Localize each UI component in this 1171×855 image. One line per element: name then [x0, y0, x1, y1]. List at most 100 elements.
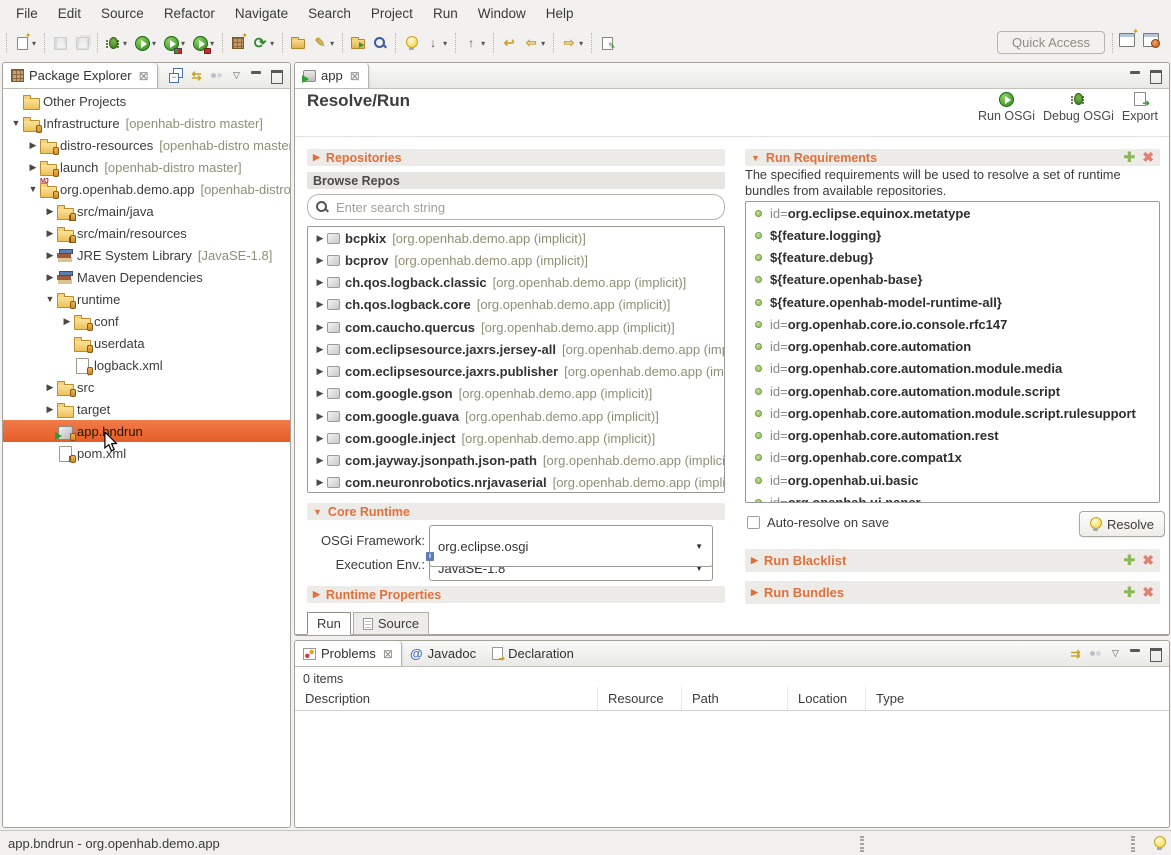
toolbar-last-edit-location-button[interactable]: ↩: [499, 33, 519, 53]
focus-icon[interactable]: [1088, 646, 1103, 661]
menu-item-refactor[interactable]: Refactor: [154, 2, 225, 25]
tree-item-jre-system-library[interactable]: ▶JRE System Library[JavaSE-1.8]: [3, 244, 290, 266]
tree-item-pom-xml[interactable]: pom.xml: [3, 442, 290, 464]
maximize-icon[interactable]: [1148, 646, 1163, 661]
remove-blacklist-icon[interactable]: ✖: [1142, 552, 1154, 569]
editor-tab-app[interactable]: app ⊠: [295, 63, 369, 88]
section-repositories[interactable]: ▶ Repositories: [307, 149, 725, 166]
editor-mode-tab-source[interactable]: Source: [353, 612, 429, 635]
repo-item-ch-qos-logback-classic[interactable]: ▶ch.qos.logback.classic[org.openhab.demo…: [308, 272, 724, 294]
chevron-right-icon[interactable]: ▶: [314, 344, 326, 355]
chevron-down-icon[interactable]: ▼: [43, 294, 57, 304]
toolbar-back-button[interactable]: ⇦▾: [521, 33, 548, 53]
toolbar-mark-occurrences-button[interactable]: [597, 33, 617, 53]
tree-item-target[interactable]: ▶target: [3, 398, 290, 420]
menu-item-edit[interactable]: Edit: [48, 2, 91, 25]
requirement-org-openhab-core-automation-module-media[interactable]: id=org.openhab.core.automation.module.me…: [746, 358, 1159, 380]
menu-item-source[interactable]: Source: [91, 2, 154, 25]
chevron-right-icon[interactable]: ▶: [314, 455, 326, 466]
requirement-feature-openhab-base[interactable]: ${feature.openhab-base}: [746, 269, 1159, 291]
toolbar-new-java-project-button[interactable]: [228, 33, 248, 53]
tab-declaration[interactable]: Declaration: [484, 641, 582, 666]
tree-item-src-main-resources[interactable]: ▶src/main/resources: [3, 222, 290, 244]
toolbar-debug-button[interactable]: ▾: [103, 33, 130, 53]
minimize-icon[interactable]: [1128, 646, 1143, 661]
close-icon[interactable]: ⊠: [383, 647, 393, 661]
requirement-feature-logging[interactable]: ${feature.logging}: [746, 224, 1159, 246]
tree-item-other-projects[interactable]: Other Projects: [3, 90, 290, 112]
section-core-runtime[interactable]: ▼ Core Runtime: [307, 503, 725, 520]
repo-item-com-jayway-jsonpath-json-path[interactable]: ▶com.jayway.jsonpath.json-path[org.openh…: [308, 450, 724, 472]
chevron-down-icon[interactable]: ▼: [9, 118, 23, 128]
add-requirement-icon[interactable]: ✚: [1124, 149, 1136, 166]
close-icon[interactable]: ⊠: [350, 69, 360, 83]
menu-item-window[interactable]: Window: [468, 2, 536, 25]
menu-item-help[interactable]: Help: [536, 2, 584, 25]
repo-item-com-google-inject[interactable]: ▶com.google.inject[org.openhab.demo.app …: [308, 427, 724, 449]
column-header-location[interactable]: Location: [788, 687, 866, 710]
requirement-feature-openhab-model-runtime-all[interactable]: ${feature.openhab-model-runtime-all}: [746, 291, 1159, 313]
requirement-org-openhab-core-automation-module-script-rulesupport[interactable]: id=org.openhab.core.automation.module.sc…: [746, 402, 1159, 424]
menu-item-file[interactable]: File: [6, 2, 48, 25]
drag-handle[interactable]: [860, 836, 864, 852]
tree-item-logback-xml[interactable]: logback.xml: [3, 354, 290, 376]
repo-item-com-caucho-quercus[interactable]: ▶com.caucho.quercus[org.openhab.demo.app…: [308, 316, 724, 338]
toolbar-paintbrush-button[interactable]: ✎▾: [310, 33, 337, 53]
tab-package-explorer[interactable]: Package Explorer ⊠: [3, 63, 158, 88]
tree-item-src[interactable]: ▶src: [3, 376, 290, 398]
remove-requirement-icon[interactable]: ✖: [1142, 149, 1154, 166]
chevron-right-icon[interactable]: ▶: [43, 382, 57, 393]
view-menu-icon[interactable]: ▽: [229, 68, 244, 83]
minimize-icon[interactable]: [1128, 68, 1143, 83]
export-button[interactable]: Export: [1119, 91, 1161, 123]
toolbar-forward-button[interactable]: ⇨▾: [559, 33, 586, 53]
close-icon[interactable]: ⊠: [139, 69, 149, 83]
repo-item-bcpkix[interactable]: ▶bcpkix[org.openhab.demo.app (implicit)]: [308, 227, 724, 249]
chevron-right-icon[interactable]: ▶: [314, 322, 326, 333]
chevron-right-icon[interactable]: ▶: [43, 228, 57, 239]
focus-icon[interactable]: [209, 68, 224, 83]
chevron-right-icon[interactable]: ▶: [314, 388, 326, 399]
repo-item-com-eclipsesource-jaxrs-publisher[interactable]: ▶com.eclipsesource.jaxrs.publisher[org.o…: [308, 361, 724, 383]
add-blacklist-icon[interactable]: ✚: [1124, 552, 1136, 569]
tree-item-maven-dependencies[interactable]: ▶Maven Dependencies: [3, 266, 290, 288]
minimize-icon[interactable]: [249, 68, 264, 83]
chevron-down-icon[interactable]: ▼: [26, 184, 40, 194]
tree-item-src-main-java[interactable]: ▶src/main/java: [3, 200, 290, 222]
repo-item-bcprov[interactable]: ▶bcprov[org.openhab.demo.app (implicit)]: [308, 249, 724, 271]
auto-resolve-checkbox[interactable]: [747, 516, 760, 529]
toolbar-profile-button[interactable]: ▾: [190, 33, 217, 53]
chevron-right-icon[interactable]: ▶: [314, 277, 326, 288]
chevron-right-icon[interactable]: ▶: [314, 477, 326, 488]
open-perspective-button[interactable]: [1119, 33, 1135, 47]
toolbar-search-magnifier-button[interactable]: [370, 33, 390, 53]
chevron-right-icon[interactable]: ▶: [43, 404, 57, 415]
view-menu-icon[interactable]: ▽: [1108, 646, 1123, 661]
menu-item-navigate[interactable]: Navigate: [225, 2, 298, 25]
quick-access-button[interactable]: Quick Access: [997, 31, 1105, 54]
tree-item-infrastructure[interactable]: ▼Infrastructure[openhab-distro master]: [3, 112, 290, 134]
menu-item-project[interactable]: Project: [361, 2, 423, 25]
add-bundle-icon[interactable]: ✚: [1124, 584, 1136, 601]
toolbar-lightbulb-button[interactable]: [401, 33, 421, 53]
column-header-type[interactable]: Type: [866, 687, 1169, 710]
toolbar-new-wizard-button[interactable]: ▾: [12, 33, 39, 53]
tree-item-conf[interactable]: ▶conf: [3, 310, 290, 332]
tree-item-org-openhab-demo-app[interactable]: ▼org.openhab.demo.app[openhab-distro mas…: [3, 178, 290, 200]
repo-item-ch-qos-logback-core[interactable]: ▶ch.qos.logback.core[org.openhab.demo.ap…: [308, 294, 724, 316]
requirement-feature-debug[interactable]: ${feature.debug}: [746, 247, 1159, 269]
chevron-right-icon[interactable]: ▶: [43, 250, 57, 261]
remove-bundle-icon[interactable]: ✖: [1142, 584, 1154, 601]
requirement-org-openhab-ui-paper[interactable]: id=org.openhab.ui.paper: [746, 491, 1159, 503]
chevron-right-icon[interactable]: ▶: [26, 162, 40, 173]
section-run-blacklist[interactable]: ▶ Run Blacklist ✚ ✖: [745, 549, 1160, 572]
maximize-icon[interactable]: [269, 68, 284, 83]
repo-item-com-eclipsesource-jaxrs-jersey-all[interactable]: ▶com.eclipsesource.jaxrs.jersey-all[org.…: [308, 338, 724, 360]
chevron-right-icon[interactable]: ▶: [314, 433, 326, 444]
filter-icon[interactable]: ⇉: [1068, 646, 1083, 661]
section-run-bundles[interactable]: ▶ Run Bundles ✚ ✖: [745, 581, 1160, 604]
chevron-right-icon[interactable]: ▶: [314, 233, 326, 244]
tree-item-app-bndrun[interactable]: app.bndrun: [3, 420, 290, 442]
drag-handle[interactable]: [1131, 836, 1135, 852]
toolbar-run-button[interactable]: ▾: [132, 33, 159, 53]
